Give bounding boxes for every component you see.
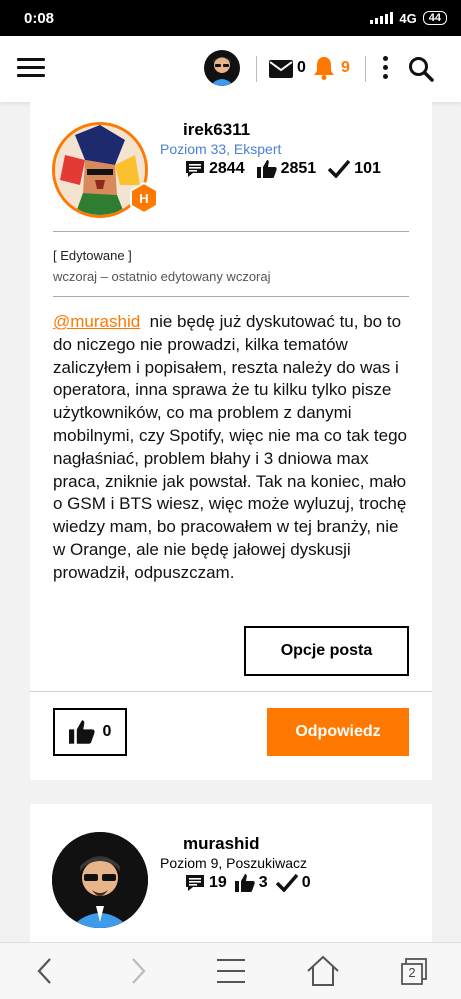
thumbs-up-icon [256,160,277,178]
search-icon[interactable] [408,56,434,82]
divider [53,231,409,232]
signal-icon [370,12,394,24]
status-right: 4G 44 [370,11,447,26]
top-header: 0 9 [0,36,461,102]
solutions-stat: 0 [275,874,311,892]
messages-count: 19 [209,874,227,891]
author-name[interactable]: irek6311 [183,120,250,140]
post-body-text: nie będę już dyskutować tu, bo to do nic… [53,312,407,582]
menu-lines-icon[interactable] [216,958,246,984]
header-divider [365,56,366,82]
user-avatar[interactable] [204,50,240,86]
post-body: @murashid nie będę już dyskutować tu, bo… [53,311,413,585]
kudos-count: 2851 [280,160,317,177]
messages-icon [186,161,204,177]
author-name[interactable]: murashid [183,834,260,854]
post-options-label: Opcje posta [280,642,373,659]
thumbs-up-icon [234,874,255,892]
like-button[interactable]: 0 [53,708,127,756]
messages-stat: 19 [185,874,227,892]
home-icon[interactable] [306,955,340,987]
reply-button[interactable]: Odpowiedz [267,708,409,756]
browser-nav-bar: 2 [0,942,461,999]
tabs-icon[interactable]: 2 [400,958,428,986]
more-options-icon[interactable] [383,56,389,83]
thumbs-up-icon [68,720,95,744]
bell-icon[interactable] [313,56,335,80]
checkmark-icon [328,160,351,178]
checkmark-icon [275,874,298,892]
author-level: Poziom 9, Poszukiwacz [160,855,308,871]
author-avatar[interactable] [52,832,148,928]
kudos-stat: 3 [234,874,268,892]
kudos-stat: 2851 [256,160,317,178]
battery-level: 44 [428,12,441,24]
mention-link[interactable]: @murashid [53,312,140,331]
messages-stat: 2844 [185,160,245,178]
author-stats: 19 3 0 [185,874,311,892]
forward-icon[interactable] [127,956,149,986]
messages-count: 2844 [209,160,245,177]
messages-icon [186,875,204,891]
edited-timestamp: wczoraj – ostatnio edytowany wczoraj [53,269,271,284]
battery-icon: 44 [422,11,447,25]
rank-badge-icon: H [130,182,158,214]
solutions-count: 0 [301,874,311,891]
status-bar: 0:08 4G 44 [0,0,461,36]
back-icon[interactable] [34,956,56,986]
status-time: 0:08 [24,9,55,27]
post-card: murashid Poziom 9, Poszukiwacz 19 3 0 [30,804,432,944]
like-count: 0 [102,723,112,740]
author-stats: 2844 2851 101 [185,160,389,178]
edited-label[interactable]: [ Edytowane ] [53,248,132,263]
reply-label: Odpowiedz [295,723,381,740]
post-card: H irek6311 Poziom 33, Ekspert 2844 2851 … [30,102,432,780]
solutions-stat: 101 [328,160,381,178]
tab-count: 2 [408,965,416,980]
network-type: 4G [399,10,417,26]
author-level: Poziom 33, Ekspert [160,141,282,157]
mail-icon[interactable] [269,60,293,78]
mail-count[interactable]: 0 [297,59,306,77]
header-divider [256,56,257,82]
divider [53,296,409,297]
menu-icon[interactable] [17,58,45,78]
solutions-count: 101 [354,160,381,177]
notification-count[interactable]: 9 [341,59,350,77]
rank-badge-letter: H [139,191,148,206]
kudos-count: 3 [258,874,268,891]
divider [30,691,432,692]
post-options-button[interactable]: Opcje posta [244,626,409,676]
